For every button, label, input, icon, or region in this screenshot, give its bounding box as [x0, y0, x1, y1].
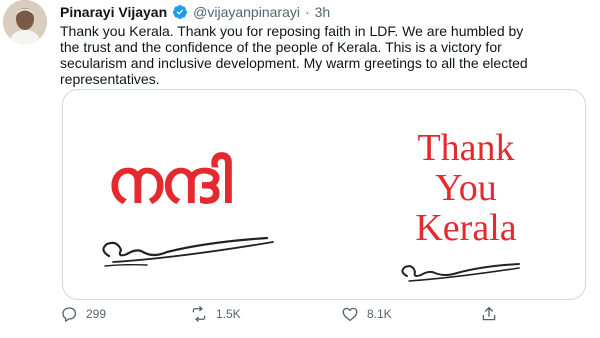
thank-you-kerala-text: Thank You Kerala: [375, 128, 557, 248]
tweet-actions: 299 1.5K 8.1K: [60, 305, 500, 325]
like-icon: [342, 307, 358, 322]
thank-line: Thank: [417, 127, 515, 169]
reply-count: 299: [86, 307, 107, 321]
kerala-line: Kerala: [415, 207, 517, 249]
like-button[interactable]: 8.1K: [341, 305, 392, 323]
tweet-header: Pinarayi Vijayan @vijayanpinarayi · 3h: [60, 3, 330, 21]
you-line: You: [435, 167, 497, 209]
tweet[interactable]: Pinarayi Vijayan @vijayanpinarayi · 3h T…: [0, 0, 600, 338]
avatar[interactable]: [3, 0, 47, 44]
tweet-text: Thank you Kerala. Thank you for reposing…: [60, 23, 528, 87]
header-separator: ·: [304, 4, 310, 20]
retweet-icon: [192, 306, 206, 322]
verified-badge-icon: [172, 4, 188, 20]
signature-left: [102, 236, 274, 267]
like-count: 8.1K: [367, 307, 392, 321]
share-button[interactable]: [480, 305, 498, 323]
reply-icon: [62, 307, 77, 322]
retweet-button[interactable]: 1.5K: [190, 305, 241, 323]
reply-button[interactable]: 299: [60, 305, 106, 323]
signature-right: [401, 263, 520, 282]
tweet-image[interactable]: നന്ദി Thank You Kerala: [62, 89, 586, 300]
author-handle[interactable]: @vijayanpinarayi: [193, 4, 300, 20]
tweet-timestamp[interactable]: 3h: [315, 4, 331, 20]
avatar-photo: [3, 0, 47, 44]
retweet-count: 1.5K: [216, 307, 241, 321]
author-name[interactable]: Pinarayi Vijayan: [60, 4, 167, 20]
malayalam-thanks-text: നന്ദി: [107, 147, 232, 217]
share-icon: [482, 306, 496, 321]
